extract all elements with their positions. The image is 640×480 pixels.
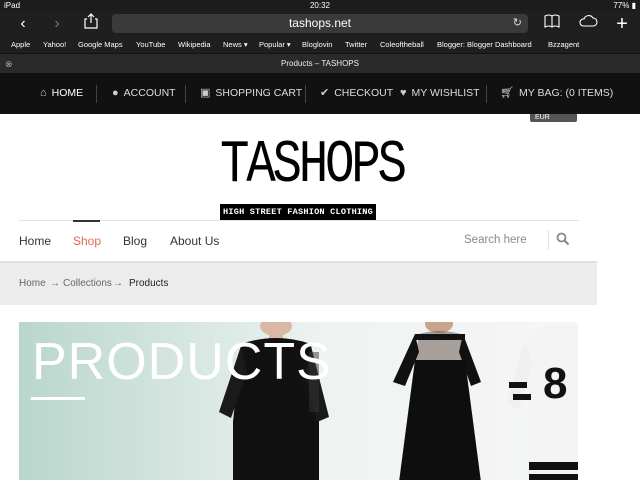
plus-icon[interactable]: + [611, 13, 633, 35]
main-menu: Home Shop Blog About Us Search here [19, 220, 579, 260]
site-logo[interactable]: TASHOPS HIGH STREET FASHION CLOTHING [220, 130, 407, 220]
nav-cart-label: SHOPPING CART [215, 87, 303, 99]
breadcrumb-separator: → [113, 278, 123, 289]
bookmark-item[interactable]: Coleoftheball [380, 37, 424, 53]
menu-blog[interactable]: Blog [123, 234, 147, 248]
forward-arrow-icon[interactable]: › [46, 13, 68, 35]
search-input[interactable]: Search here [464, 234, 527, 246]
breadcrumb-collections[interactable]: Collections [63, 278, 112, 289]
url-text: tashops.net [288, 16, 352, 30]
currency-select[interactable]: EUR [530, 114, 577, 122]
bookmark-item[interactable]: Blogger: Blogger Dashboard [437, 37, 532, 53]
nav-divider [96, 85, 97, 103]
url-bar[interactable]: tashops.net ↻ [112, 14, 528, 33]
site-top-nav: ⌂ HOME ● ACCOUNT ▣ SHOPPING CART ✔ CHECKOUT … [0, 73, 640, 114]
products-hero-banner: 8 PRODUCTS [19, 322, 578, 480]
breadcrumb-separator: → [50, 278, 60, 289]
bookmark-item[interactable]: Twitter [345, 37, 367, 53]
tab-title: Products – TASHOPS [281, 59, 359, 68]
logo-wordmark: TASHOPS [220, 132, 407, 200]
nav-divider [305, 85, 306, 103]
nav-account-label: ACCOUNT [123, 87, 176, 99]
clock: 20:32 [309, 1, 331, 10]
nav-my-bag[interactable]: 🛒︎ MY BAG: (0 ITEMS) [500, 73, 613, 114]
nav-checkout-label: CHECKOUT [334, 87, 394, 99]
nav-divider [185, 85, 186, 103]
menu-home[interactable]: Home [19, 234, 51, 248]
menu-about-us[interactable]: About Us [170, 234, 219, 248]
hero-title: PRODUCTS [32, 333, 332, 391]
battery-level: 77% ▮ [613, 1, 636, 10]
search-divider [548, 230, 549, 250]
nav-shopping-cart[interactable]: ▣ SHOPPING CART [200, 73, 302, 114]
bookmark-item[interactable]: Wikipedia [178, 37, 211, 53]
bookmark-item[interactable]: Popular ▾ [259, 37, 291, 53]
bookmark-item[interactable]: News ▾ [223, 37, 248, 53]
checkmark-icon: ✔ [320, 87, 330, 99]
cloud-icon[interactable] [577, 13, 599, 35]
tab-title-bar[interactable]: ⊗ Products – TASHOPS [0, 53, 640, 73]
bookmark-item[interactable]: Yahoo! [43, 37, 66, 53]
breadcrumb: Home → Collections → Products [0, 261, 597, 305]
nav-wishlist[interactable]: ♥ MY WISHLIST [400, 73, 480, 114]
back-arrow-icon[interactable]: ‹ [12, 13, 34, 35]
user-icon: ● [112, 87, 119, 99]
cart-icon: 🛒︎ [500, 87, 514, 99]
nav-checkout[interactable]: ✔ CHECKOUT [320, 73, 393, 114]
nav-home[interactable]: ⌂ HOME [40, 73, 83, 114]
nav-bag-label: MY BAG: (0 ITEMS) [518, 87, 614, 99]
close-tab-icon[interactable]: ⊗ [5, 54, 13, 74]
bookmark-item[interactable]: Bzzagent [548, 37, 579, 53]
status-bar: iPad 20:32 77% ▮ [0, 0, 640, 11]
share-icon[interactable] [80, 13, 102, 35]
logo-tagline: HIGH STREET FASHION CLOTHING [220, 204, 376, 220]
bookmark-item[interactable]: Bloglovin [302, 37, 332, 53]
page-content: EUR TASHOPS HIGH STREET FASHION CLOTHING… [0, 114, 640, 480]
bookmark-item[interactable]: Apple [11, 37, 30, 53]
home-icon: ⌂ [40, 87, 47, 99]
breadcrumb-home[interactable]: Home [19, 278, 46, 289]
nav-account[interactable]: ● ACCOUNT [112, 73, 176, 114]
bookmark-item[interactable]: Google Maps [78, 37, 123, 53]
menu-shop[interactable]: Shop [73, 220, 101, 248]
nav-divider [486, 85, 487, 103]
svg-text:8: 8 [543, 359, 567, 408]
breadcrumb-current: Products [129, 278, 169, 289]
screen: iPad 20:32 77% ▮ ‹ › tashops.net ↻ + App… [0, 0, 640, 480]
bookmark-item[interactable]: YouTube [136, 37, 165, 53]
nav-wishlist-label: MY WISHLIST [411, 87, 480, 99]
briefcase-icon: ▣ [200, 87, 211, 99]
book-icon[interactable] [541, 13, 563, 35]
browser-toolbar: ‹ › tashops.net ↻ + [0, 11, 640, 37]
heart-icon: ♥ [400, 87, 407, 99]
hero-title-underline [31, 397, 85, 400]
search-icon[interactable] [556, 232, 570, 246]
reload-icon[interactable]: ↻ [513, 14, 522, 33]
nav-home-label: HOME [51, 87, 84, 99]
bookmarks-bar: Apple Yahoo! Google Maps YouTube Wikiped… [0, 37, 640, 53]
